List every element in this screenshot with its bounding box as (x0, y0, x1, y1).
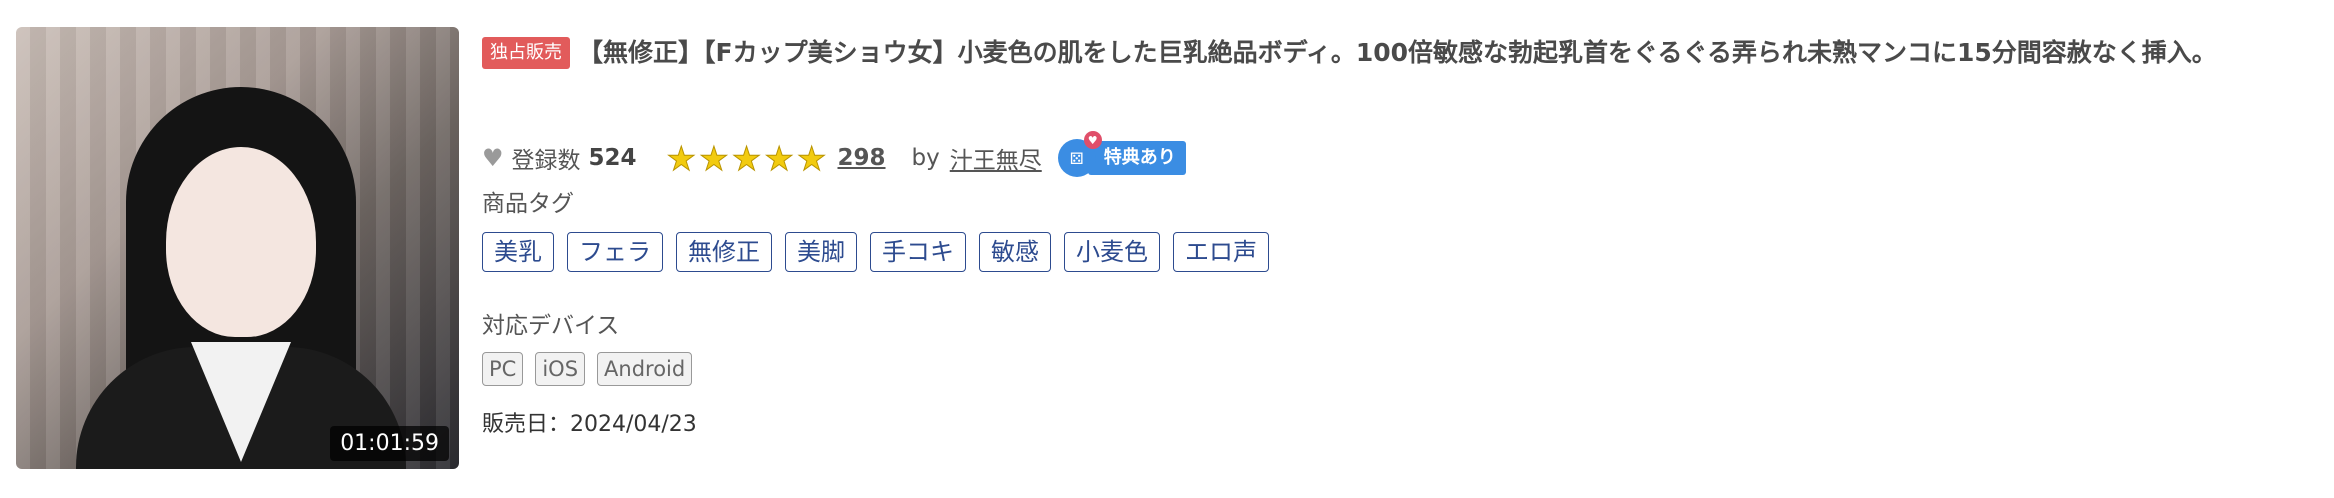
bonus-label: 特典あり (1087, 141, 1186, 175)
tag-link[interactable]: フェラ (567, 232, 663, 272)
device-badge: PC (482, 352, 524, 386)
heart-badge-icon: ♥ (1083, 131, 1102, 149)
meta-row: ♥ 登録数 524 ★ ★ ★ ★ ★ 298 by 汁王無尽 ⚄ ♥ 特典あり (482, 131, 1186, 178)
tag-link[interactable]: 敏感 (979, 232, 1051, 272)
devices-section-label: 対応デバイス (482, 313, 620, 339)
product-title-block: 独占販売 【無修正】【Fカップ美ショウ女】小麦色の肌をした巨乳絶品ボディ。100倍… (482, 28, 2322, 78)
product-info: 独占販売 【無修正】【Fカップ美ショウ女】小麦色の肌をした巨乳絶品ボディ。100倍… (482, 28, 2322, 437)
device-list: PC iOS Android (482, 352, 704, 386)
heart-icon[interactable]: ♥ (482, 144, 504, 172)
tag-link[interactable]: 美脚 (785, 232, 857, 272)
star-icon: ★ (666, 138, 697, 178)
rating-stars: ★ ★ ★ ★ ★ (666, 138, 830, 178)
tag-link[interactable]: エロ声 (1173, 232, 1269, 272)
author-link[interactable]: 汁王無尽 (950, 141, 1042, 175)
favorite-label: 登録数 (511, 148, 581, 174)
review-count-link[interactable]: 298 (838, 145, 886, 171)
star-icon: ★ (731, 138, 762, 178)
star-icon: ★ (764, 138, 795, 178)
tags-section-label: 商品タグ (482, 191, 574, 217)
exclusive-badge: 独占販売 (482, 37, 570, 69)
video-duration: 01:01:59 (330, 426, 449, 461)
product-title[interactable]: 【無修正】【Fカップ美ショウ女】小麦色の肌をした巨乳絶品ボディ。100倍敏感な勃… (578, 38, 2217, 67)
favorite-count: 524 (588, 145, 637, 171)
product-thumbnail[interactable]: 01:01:59 (16, 27, 459, 469)
by-label: by (911, 145, 940, 171)
tag-link[interactable]: 小麦色 (1064, 232, 1160, 272)
release-date: 販売日：2024/04/23 (482, 412, 697, 437)
star-icon: ★ (796, 138, 827, 178)
tag-link[interactable]: 美乳 (482, 232, 554, 272)
tag-link[interactable]: 手コキ (870, 232, 966, 272)
star-icon: ★ (699, 138, 730, 178)
bonus-badge: ⚄ ♥ 特典あり (1057, 131, 1186, 177)
device-badge: iOS (535, 352, 586, 386)
tag-list: 美乳 フェラ 無修正 美脚 手コキ 敏感 小麦色 エロ声 (482, 232, 1282, 272)
tag-link[interactable]: 無修正 (676, 232, 772, 272)
thumbnail-figure-face (166, 147, 316, 337)
device-badge: Android (597, 352, 693, 386)
